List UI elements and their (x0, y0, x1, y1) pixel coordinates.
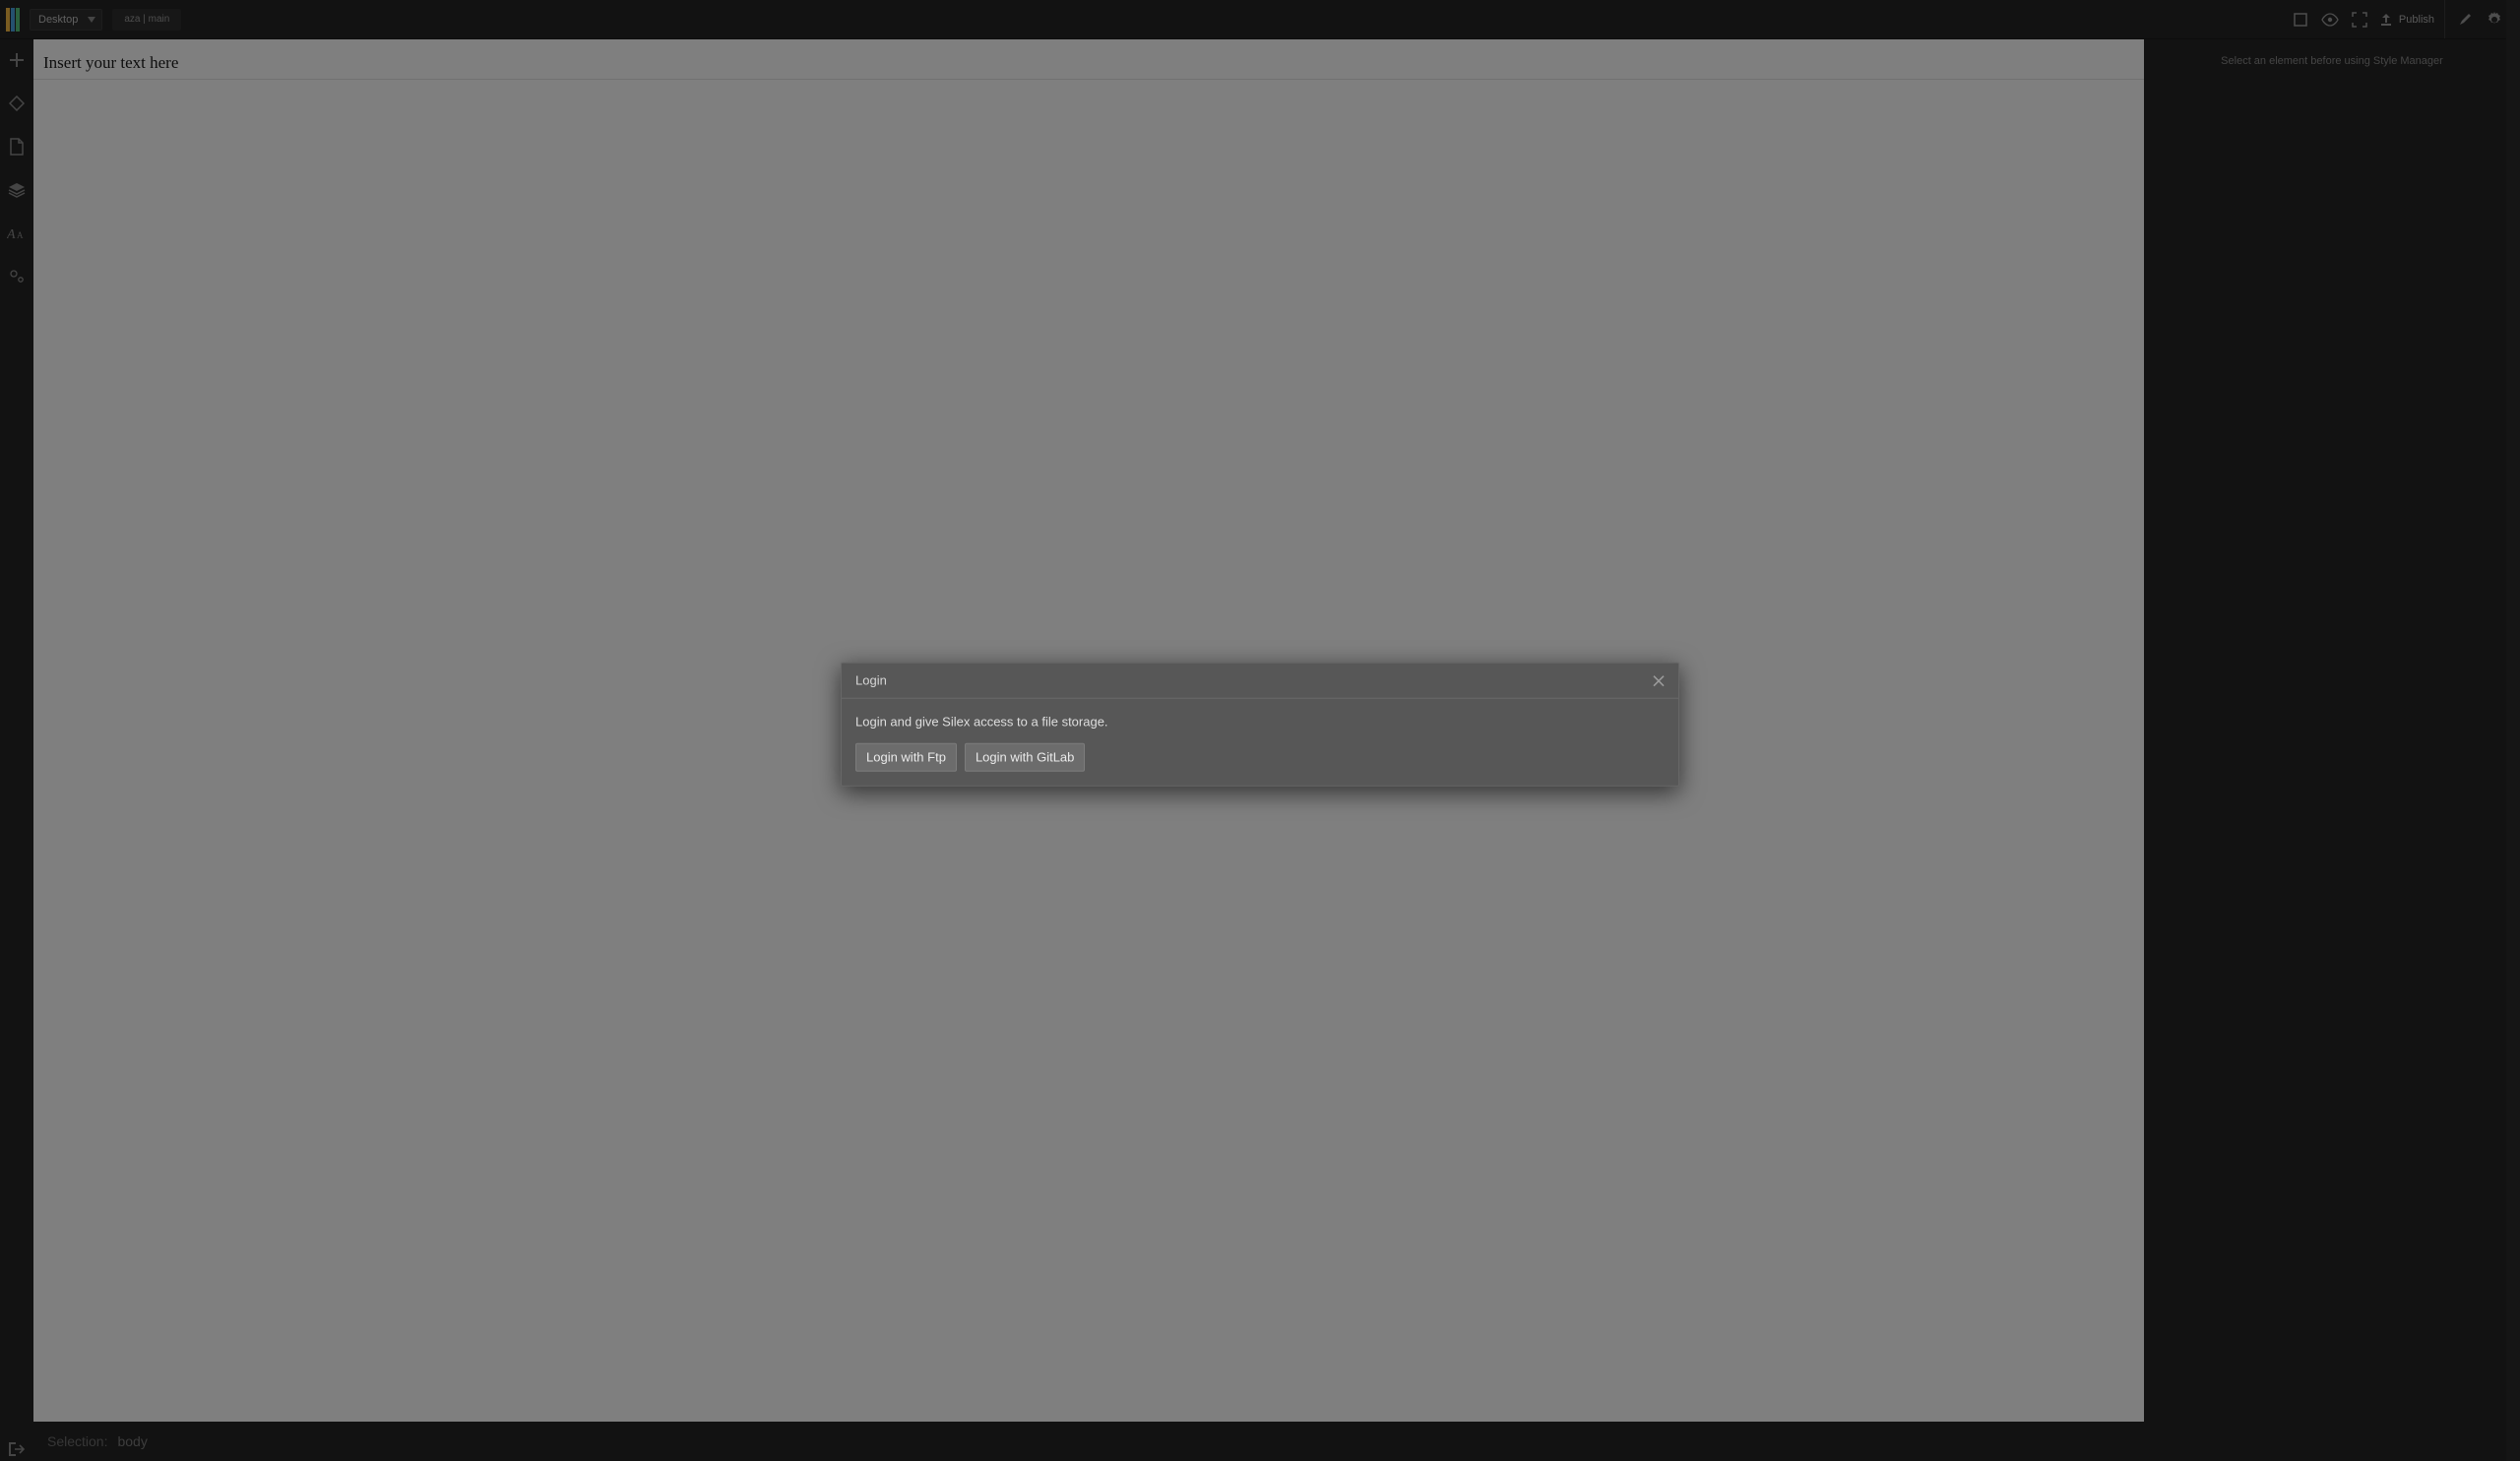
login-ftp-button[interactable]: Login with Ftp (855, 743, 957, 772)
modal-header: Login (842, 664, 1678, 699)
login-gitlab-button[interactable]: Login with GitLab (965, 743, 1085, 772)
modal-actions: Login with Ftp Login with GitLab (855, 743, 1665, 772)
modal-body: Login and give Silex access to a file st… (842, 699, 1678, 786)
modal-message: Login and give Silex access to a file st… (855, 715, 1665, 730)
login-modal: Login Login and give Silex access to a f… (841, 663, 1679, 787)
modal-title: Login (855, 673, 887, 688)
close-icon[interactable] (1653, 674, 1665, 686)
